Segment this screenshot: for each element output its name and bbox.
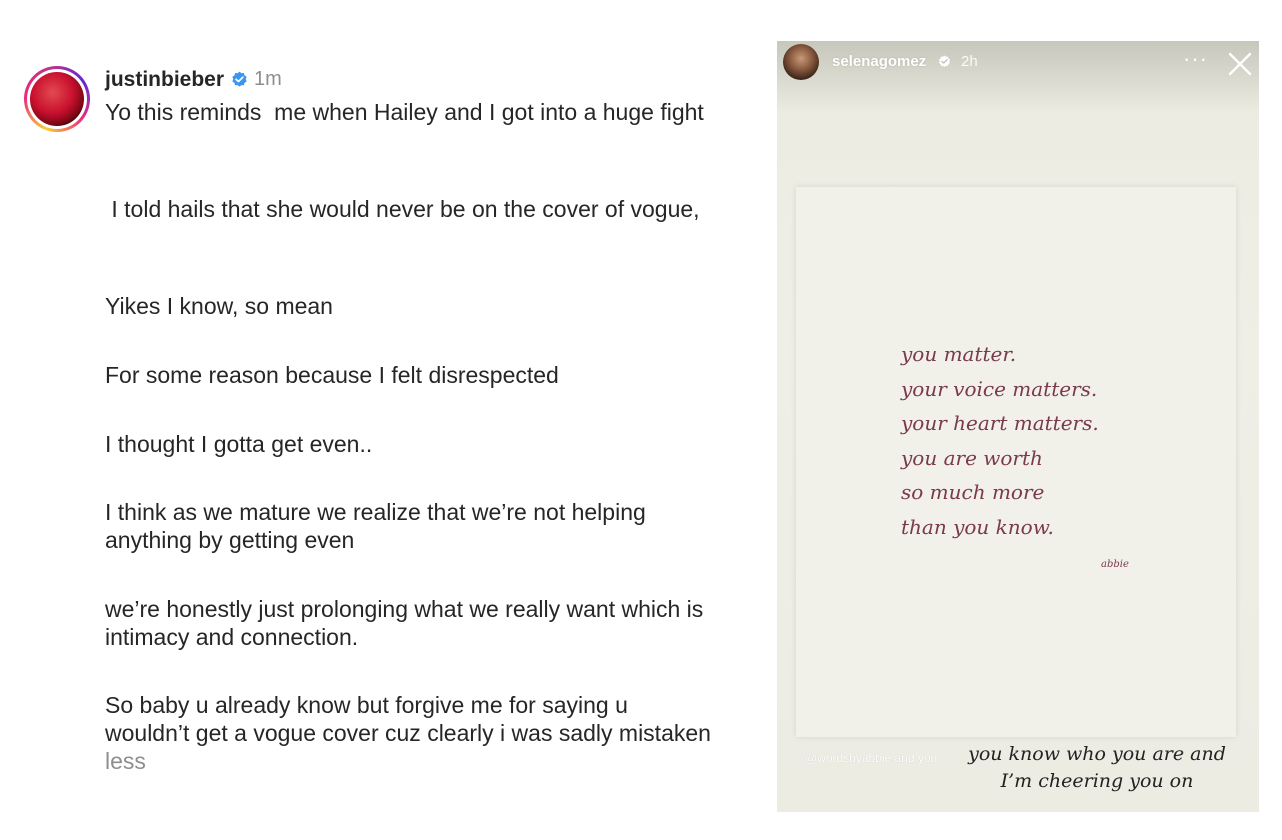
verified-badge-icon [232,71,247,87]
comment-timestamp: 1m [254,68,282,90]
quote-card: you matter. your voice matters. your hea… [796,187,1236,737]
quote-line: your voice matters. [901,376,1098,401]
quote-line: than you know. [901,514,1054,539]
quote-text: you matter. your voice matters. your hea… [901,337,1201,544]
more-options-icon[interactable]: ··· [1183,46,1208,72]
comment-username[interactable]: justinbieber [105,68,224,92]
verified-badge-icon [939,55,950,67]
story-username[interactable]: selenagomez [832,53,926,70]
quote-line: you are worth [901,445,1043,470]
quote-line: your heart matters. [901,411,1099,435]
comment-paragraph: I told hails that she would never be on … [105,196,700,222]
comment-paragraph-text: So baby u already know but forgive me fo… [105,692,718,746]
quote-line: so much more [901,480,1045,504]
story-caption: you know who you are and I’m cheering yo… [947,741,1247,795]
quote-line: you matter. [901,342,1017,366]
comment-paragraph: Yo this reminds me when Hailey and I got… [105,99,704,125]
story-timestamp: 2h [961,53,978,70]
comment-paragraph-last: So baby u already know but forgive me fo… [105,691,715,775]
comment-paragraph: I thought I gotta get even.. [105,431,373,457]
avatar-image [30,72,84,126]
avatar-ring-gap [27,69,87,129]
comment-paragraph: I think as we mature we realize that we’… [105,499,653,553]
avatar[interactable] [24,66,90,132]
caption-line: I’m cheering you on [1000,770,1194,792]
less-link[interactable]: less [105,748,146,774]
comment-paragraph: we’re honestly just prolonging what we r… [105,596,710,650]
story-avatar[interactable] [783,44,819,80]
comment-paragraph: Yikes I know, so mean [105,293,333,319]
comment-panel: justinbieber 1m Yo this reminds me when … [0,0,740,840]
story-viewer: selenagomez 2h ··· you matter. your voic… [777,41,1259,812]
close-icon[interactable] [1227,51,1253,77]
caption-line: you know who you are and [968,743,1226,765]
quote-signature: abbie [1101,559,1129,570]
story-mention[interactable]: @wordsbyabbie and you [805,751,937,765]
comment-paragraph: For some reason because I felt disrespec… [105,362,559,388]
